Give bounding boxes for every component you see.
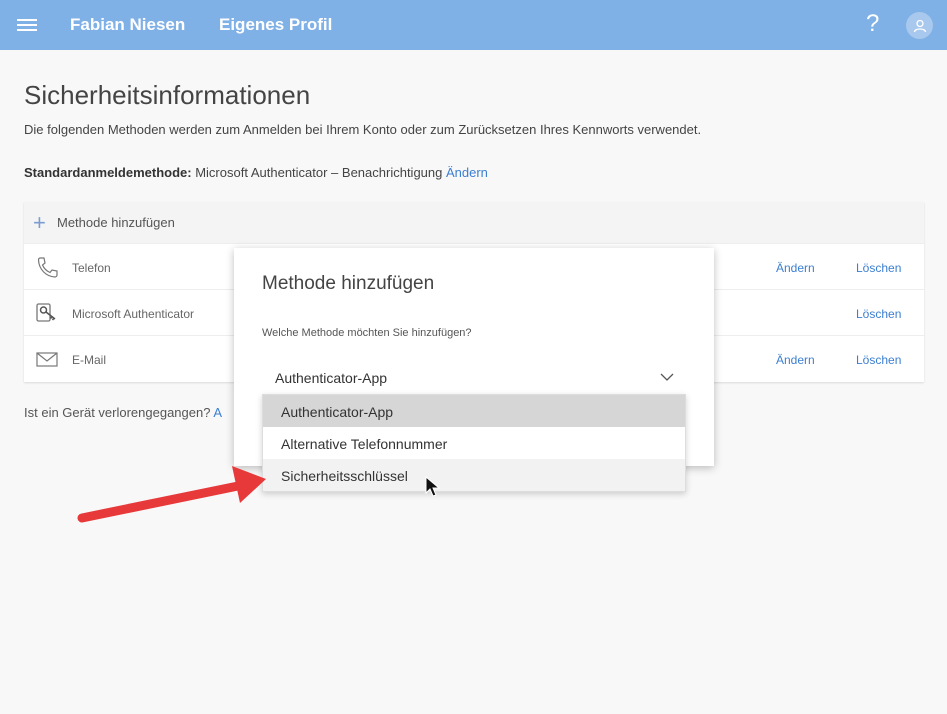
edit-phone-link[interactable]: Ändern xyxy=(776,261,815,275)
authenticator-icon xyxy=(36,303,56,322)
add-method-label: Methode hinzufügen xyxy=(57,215,175,230)
add-method-button[interactable]: + Methode hinzufügen xyxy=(24,202,924,243)
method-name: E-Mail xyxy=(72,353,107,367)
lost-device-text: Ist ein Gerät verlorengegangen? A xyxy=(24,405,222,420)
delete-phone-link[interactable]: Löschen xyxy=(856,261,901,275)
method-select[interactable]: Authenticator-App xyxy=(262,364,686,392)
lost-device-question: Ist ein Gerät verlorengegangen? xyxy=(24,405,211,420)
dialog-title: Methode hinzufügen xyxy=(262,273,435,294)
plus-icon: + xyxy=(33,209,46,235)
user-name: Fabian Niesen xyxy=(70,15,186,34)
mail-icon xyxy=(36,352,58,367)
my-profile-link[interactable]: Eigenes Profil xyxy=(219,15,332,35)
dialog-question: Welche Methode möchten Sie hinzufügen? xyxy=(262,327,472,339)
page-title: Sicherheitsinformationen xyxy=(24,80,311,110)
user-icon xyxy=(913,19,926,32)
default-method-label: Standardanmeldemethode: xyxy=(24,165,192,180)
chevron-down-icon xyxy=(660,373,674,381)
method-name: Microsoft Authenticator xyxy=(72,307,195,321)
help-icon[interactable]: ? xyxy=(866,10,879,38)
edit-email-link[interactable]: Ändern xyxy=(776,353,815,367)
hamburger-menu-icon[interactable] xyxy=(17,17,39,33)
phone-icon xyxy=(37,257,58,278)
method-name: Telefon xyxy=(72,261,111,275)
option-alternative-phone[interactable]: Alternative Telefonnummer xyxy=(263,427,685,459)
page-description: Die folgenden Methoden werden zum Anmeld… xyxy=(24,122,702,137)
method-dropdown: Authenticator-App Alternative Telefonnum… xyxy=(262,394,686,492)
top-bar: Fabian Niesen Eigenes Profil ? xyxy=(0,0,947,50)
lost-device-link[interactable]: A xyxy=(213,405,222,420)
delete-authenticator-link[interactable]: Löschen xyxy=(856,307,901,321)
red-arrow-icon xyxy=(77,466,266,523)
method-select-value: Authenticator-App xyxy=(275,370,388,386)
option-authenticator-app[interactable]: Authenticator-App xyxy=(263,395,685,427)
default-method-value: Microsoft Authenticator – Benachrichtigu… xyxy=(195,165,443,180)
default-method-change-link[interactable]: Ändern xyxy=(446,165,488,180)
option-security-key[interactable]: Sicherheitsschlüssel xyxy=(263,459,685,491)
default-method-line: Standardanmeldemethode: Microsoft Authen… xyxy=(24,165,488,180)
avatar[interactable] xyxy=(906,12,933,39)
delete-email-link[interactable]: Löschen xyxy=(856,353,901,367)
